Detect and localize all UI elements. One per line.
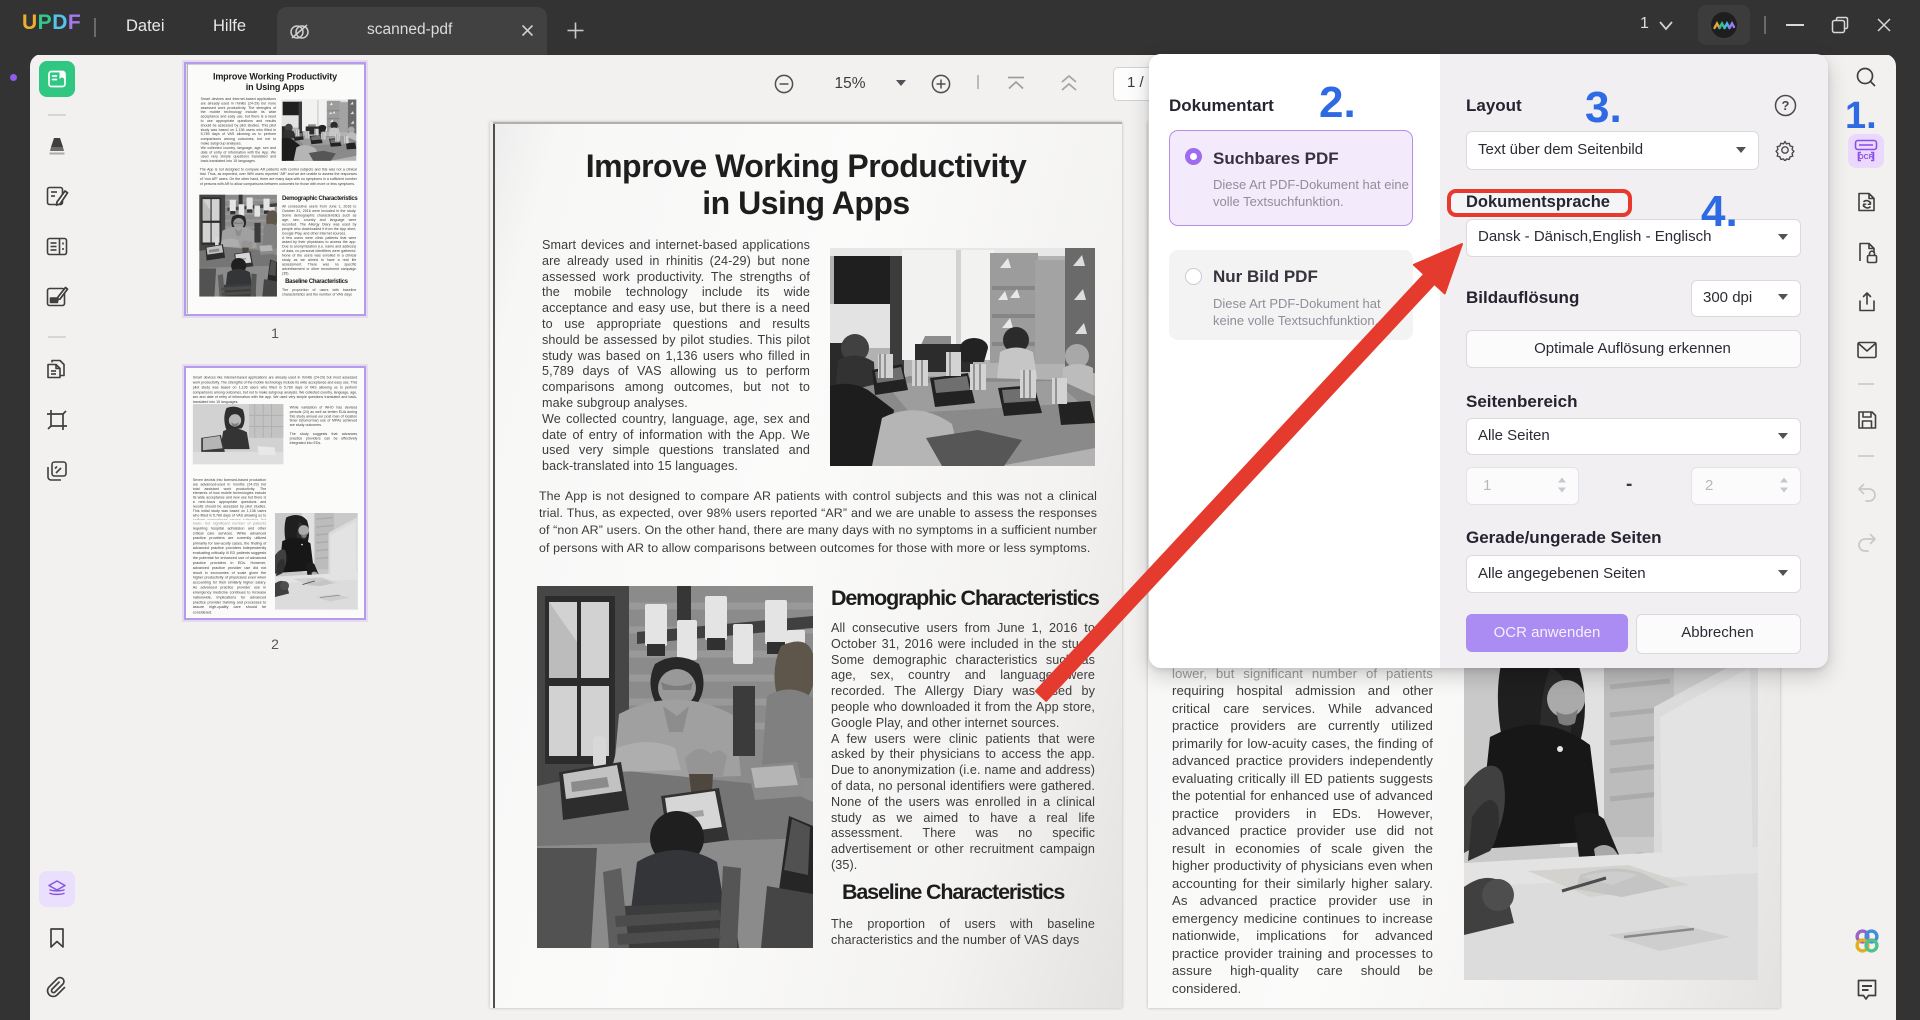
svg-text:?: ? [1782, 98, 1790, 113]
svg-text:OCR: OCR [1858, 154, 1874, 161]
